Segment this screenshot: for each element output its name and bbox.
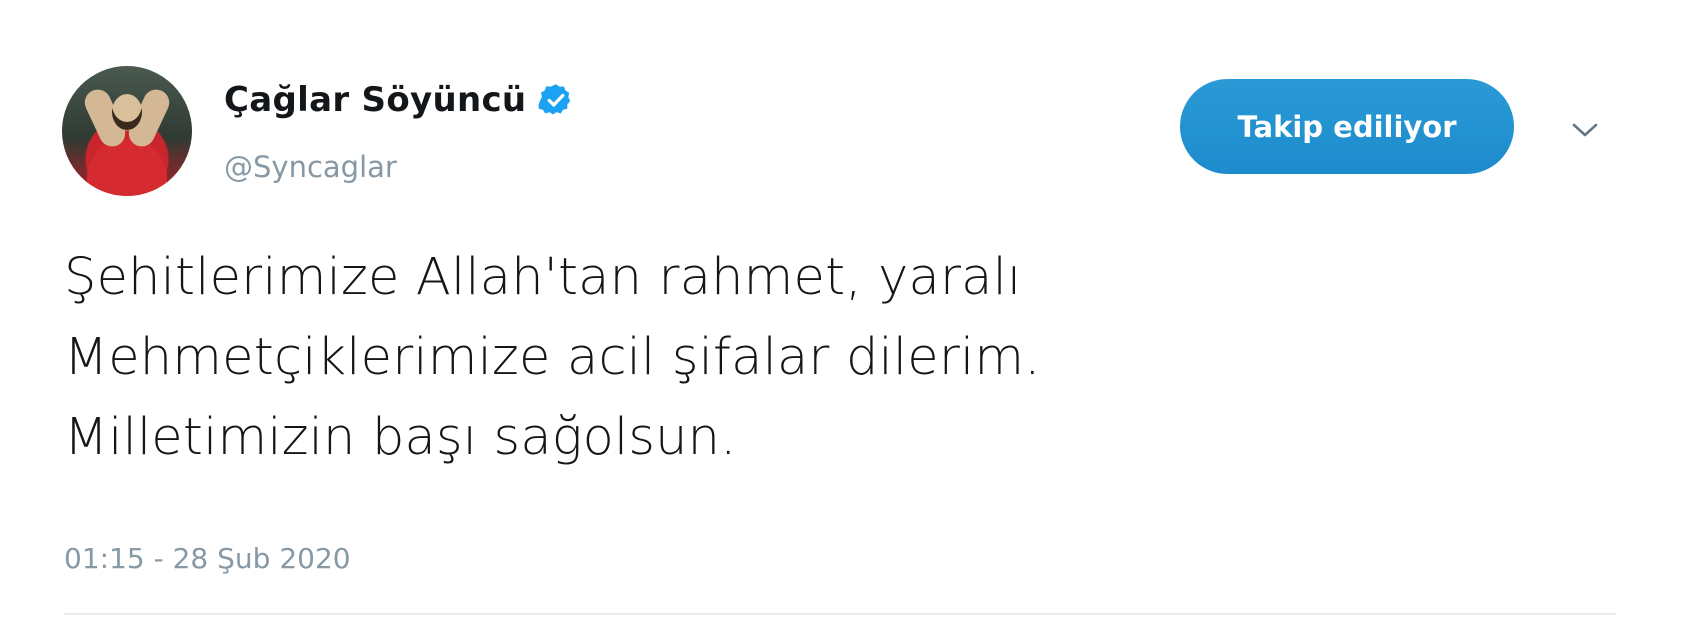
tweet-text-line: Şehitlerimize Allah'tan rahmet, yaralı <box>64 248 1022 307</box>
tweet-text-line: Milletimizin başı sağolsun. <box>64 408 737 467</box>
tweet-text: Şehitlerimize Allah'tan rahmet, yaralı M… <box>64 238 1624 478</box>
avatar[interactable] <box>62 66 192 196</box>
divider <box>64 613 1616 615</box>
user-name-row: Çağlar Söyüncü <box>224 80 574 120</box>
verified-badge-icon <box>539 84 571 115</box>
user-handle[interactable]: @Syncaglar <box>224 150 397 184</box>
avatar-shirt <box>87 138 167 196</box>
chevron-down-icon[interactable] <box>1568 118 1602 142</box>
tweet-text-line: Mehmetçiklerimize acil şifalar dilerim. <box>64 328 1041 387</box>
tweet-card: Çağlar Söyüncü @Syncaglar Takip ediliyor… <box>0 0 1682 624</box>
avatar-head <box>112 94 142 130</box>
display-name[interactable]: Çağlar Söyüncü <box>224 80 526 120</box>
following-button[interactable]: Takip ediliyor <box>1180 79 1514 174</box>
tweet-timestamp[interactable]: 01:15 - 28 Şub 2020 <box>64 542 351 575</box>
